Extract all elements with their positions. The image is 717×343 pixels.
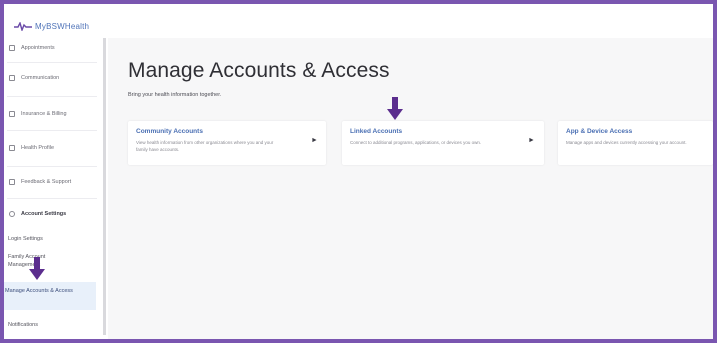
billing-icon: [9, 111, 15, 117]
sidebar-item-health-profile[interactable]: Health Profile: [4, 138, 100, 158]
sidebar-item-communication[interactable]: Communication: [4, 68, 100, 88]
sidebar-divider: [7, 130, 97, 131]
sidebar-section-account-settings[interactable]: Account Settings: [4, 204, 100, 224]
card-title: App & Device Access: [566, 128, 633, 135]
sidebar-item-label: Health Profile: [21, 145, 55, 151]
sidebar-divider: [7, 166, 97, 167]
main-content: [108, 38, 713, 339]
sidebar-item-login-settings[interactable]: Login Settings: [8, 235, 43, 243]
sidebar-item-label: Communication: [21, 75, 60, 81]
page-title: Manage Accounts & Access: [128, 59, 390, 82]
sidebar-item-label: Feedback & Support: [21, 179, 72, 185]
sidebar-item-appointments[interactable]: Appointments: [4, 38, 100, 58]
support-icon: [9, 179, 15, 185]
card-app-device-access[interactable]: App & Device Access Manage apps and devi…: [558, 121, 713, 165]
sidebar-divider: [7, 198, 97, 199]
card-linked-accounts[interactable]: Linked Accounts Connect to additional pr…: [342, 121, 544, 165]
pulse-logo-icon: [14, 22, 32, 31]
card-community-accounts[interactable]: Community Accounts View health informati…: [128, 121, 326, 165]
sidebar-item-notifications[interactable]: Notifications: [8, 321, 38, 329]
arrow-down-icon: [387, 97, 403, 120]
card-title: Linked Accounts: [350, 128, 403, 135]
card-description: Connect to additional programs, applicat…: [350, 140, 482, 145]
sidebar-item-label: Notifications: [8, 322, 38, 328]
arrow-down-icon: [29, 257, 45, 280]
card-title: Community Accounts: [136, 128, 203, 135]
chevron-right-icon: ►: [311, 137, 318, 144]
sidebar-divider: [7, 62, 97, 63]
sidebar-item-label: Insurance & Billing: [21, 111, 67, 117]
sidebar-item-feedback-support[interactable]: Feedback & Support: [4, 172, 100, 192]
sidebar-scrollbar[interactable]: [103, 38, 106, 335]
logo-text: MyBSWHealth: [35, 22, 90, 31]
sidebar-item-insurance-billing[interactable]: Insurance & Billing: [4, 104, 100, 124]
sidebar-divider: [7, 96, 97, 97]
profile-icon: [9, 145, 15, 151]
card-description: Manage apps and devices currently access…: [566, 140, 687, 145]
page-subtitle: Bring your health information together.: [128, 92, 222, 98]
card-description: View health information from other organ…: [136, 140, 274, 152]
sidebar-item-label: Login Settings: [8, 236, 43, 242]
header-bar: [4, 4, 713, 34]
sidebar-section-label: Account Settings: [21, 211, 67, 217]
message-icon: [9, 75, 15, 81]
app-logo[interactable]: MyBSWHealth: [14, 22, 89, 31]
sidebar-item-label: Appointments: [21, 45, 55, 51]
calendar-icon: [9, 45, 15, 51]
chevron-right-icon: ►: [528, 137, 535, 144]
sidebar-item-label-active: Manage Accounts & Access: [5, 288, 73, 294]
gear-icon: [9, 211, 15, 217]
